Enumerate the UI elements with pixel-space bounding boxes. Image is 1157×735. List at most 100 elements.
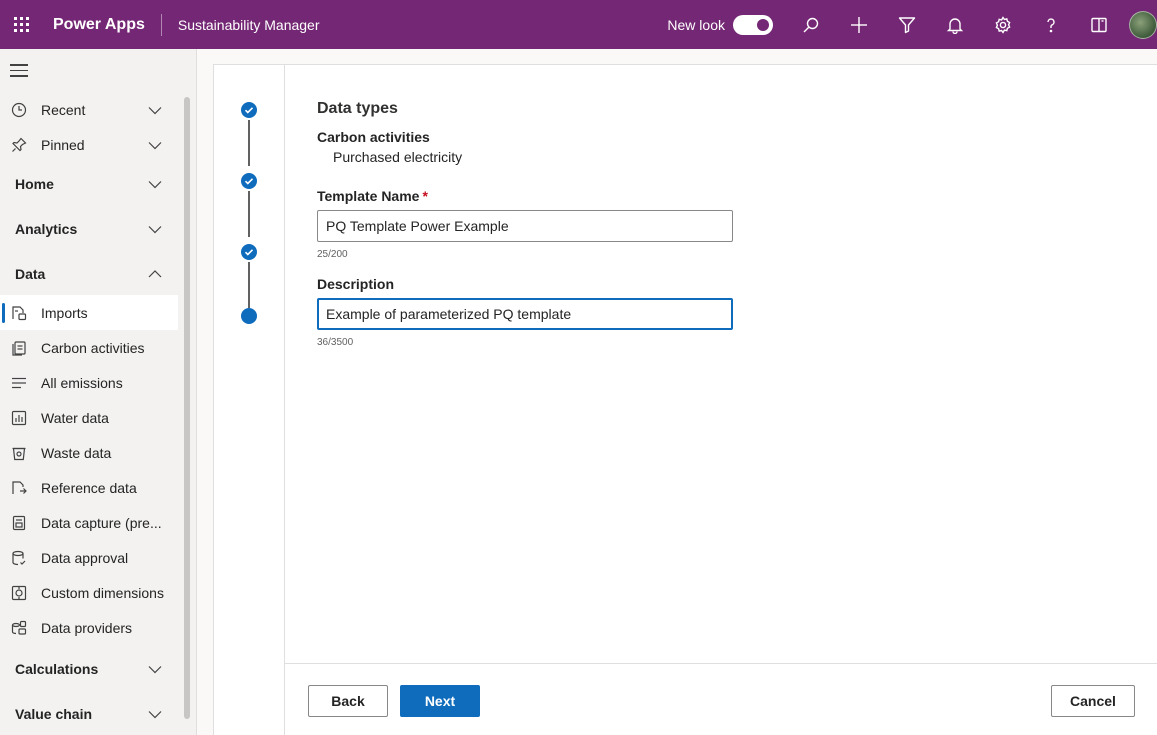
data-type-label: Carbon activities bbox=[317, 129, 430, 145]
filter-icon bbox=[898, 16, 916, 33]
description-value: Example of parameterized PQ template bbox=[326, 306, 572, 322]
search-button[interactable] bbox=[787, 0, 835, 49]
step-connector bbox=[248, 191, 250, 237]
sidebar-item-label: Waste data bbox=[41, 444, 112, 461]
sidebar-item-recent[interactable]: Recent bbox=[0, 92, 178, 127]
sidebar-item-label: Imports bbox=[41, 304, 88, 321]
gear-icon bbox=[995, 15, 1011, 34]
data-approval-icon bbox=[11, 550, 27, 566]
step-connector bbox=[248, 262, 250, 308]
waffle-icon bbox=[13, 17, 29, 32]
chevron-down-icon[interactable] bbox=[147, 661, 163, 677]
template-name-counter: 25/200 bbox=[317, 249, 348, 260]
wizard-panel: Data types Carbon activities Purchased e… bbox=[213, 64, 1157, 735]
data-capture-icon bbox=[11, 515, 27, 531]
chevron-down-icon[interactable] bbox=[147, 137, 163, 153]
sidebar-item-label: Data providers bbox=[41, 619, 133, 636]
required-indicator: * bbox=[422, 188, 428, 204]
description-label: Description bbox=[317, 276, 395, 292]
sidebar-group-calculations[interactable]: Calculations bbox=[0, 651, 178, 686]
checkmark-icon bbox=[244, 107, 254, 114]
header-divider bbox=[160, 13, 162, 36]
checkmark-icon bbox=[244, 249, 254, 256]
plus-icon bbox=[851, 16, 867, 33]
sidebar-item-imports[interactable]: Imports bbox=[0, 295, 178, 330]
pin-icon bbox=[11, 137, 27, 153]
chevron-down-icon[interactable] bbox=[147, 176, 163, 192]
learning-button[interactable] bbox=[1075, 0, 1123, 49]
sidebar-item-custom-dimensions[interactable]: Custom dimensions bbox=[0, 575, 178, 610]
sidebar-group-value-chain[interactable]: Value chain bbox=[0, 696, 178, 731]
filter-button[interactable] bbox=[883, 0, 931, 49]
waste-data-icon bbox=[11, 445, 27, 461]
new-button[interactable] bbox=[835, 0, 883, 49]
sidebar-item-pinned[interactable]: Pinned bbox=[0, 127, 178, 162]
sidebar-item-reference-data[interactable]: Reference data bbox=[0, 470, 178, 505]
wizard-footer: Back Next Cancel bbox=[285, 663, 1157, 735]
sidebar-item-waste-data[interactable]: Waste data bbox=[0, 435, 178, 470]
settings-button[interactable] bbox=[979, 0, 1027, 49]
help-button[interactable] bbox=[1027, 0, 1075, 49]
sidebar-item-data-capture[interactable]: Data capture (pre... bbox=[0, 505, 178, 540]
imports-icon bbox=[11, 305, 27, 321]
template-name-field[interactable]: PQ Template Power Example bbox=[317, 210, 733, 242]
sidebar-item-label: Data approval bbox=[41, 549, 129, 566]
sidebar-group-analytics[interactable]: Analytics bbox=[0, 211, 178, 246]
app-launcher-button[interactable] bbox=[1, 0, 41, 49]
water-data-icon bbox=[11, 410, 27, 426]
sidebar-group-label: Calculations bbox=[15, 660, 99, 677]
template-name-label: Template Name * bbox=[317, 188, 428, 204]
sidebar-group-label: Data bbox=[15, 265, 46, 282]
template-name-value: PQ Template Power Example bbox=[326, 218, 509, 234]
notifications-button[interactable] bbox=[931, 0, 979, 49]
chevron-up-icon[interactable] bbox=[147, 266, 163, 282]
step-completed[interactable] bbox=[241, 173, 257, 189]
step-connector bbox=[248, 120, 250, 166]
sidebar-group-data[interactable]: Data bbox=[0, 256, 178, 291]
sidebar-scrollbar[interactable] bbox=[184, 97, 190, 719]
search-icon bbox=[803, 17, 819, 32]
sidebar-item-all-emissions[interactable]: All emissions bbox=[0, 365, 178, 400]
chevron-down-icon[interactable] bbox=[147, 706, 163, 722]
description-field[interactable]: Example of parameterized PQ template bbox=[317, 298, 733, 330]
step-completed[interactable] bbox=[241, 102, 257, 118]
sidebar: Recent Pinned Home Analytics Data Import… bbox=[0, 49, 197, 735]
sidebar-item-data-providers[interactable]: Data providers bbox=[0, 610, 178, 645]
sidebar-item-carbon-activities[interactable]: Carbon activities bbox=[0, 330, 178, 365]
step-completed[interactable] bbox=[241, 244, 257, 260]
custom-dimensions-icon bbox=[11, 585, 27, 601]
avatar[interactable] bbox=[1129, 10, 1157, 39]
step-current[interactable] bbox=[241, 308, 257, 324]
cancel-button[interactable]: Cancel bbox=[1051, 685, 1135, 717]
sidebar-group-label: Analytics bbox=[15, 220, 78, 237]
sidebar-item-data-approval[interactable]: Data approval bbox=[0, 540, 178, 575]
sidebar-item-label: Water data bbox=[41, 409, 109, 426]
list-icon bbox=[11, 375, 27, 391]
carbon-activities-icon bbox=[11, 340, 27, 356]
top-bar: Power Apps Sustainability Manager New lo… bbox=[0, 0, 1157, 49]
new-look-toggle[interactable] bbox=[733, 14, 773, 35]
sidebar-item-label: Pinned bbox=[41, 136, 85, 153]
sidebar-item-label: Data capture (pre... bbox=[41, 514, 162, 531]
help-icon bbox=[1047, 17, 1055, 32]
next-button[interactable]: Next bbox=[400, 685, 480, 717]
checkmark-icon bbox=[244, 178, 254, 185]
sidebar-group-home[interactable]: Home bbox=[0, 166, 178, 201]
wizard-stepper bbox=[214, 65, 285, 735]
environment-name[interactable]: Sustainability Manager bbox=[178, 17, 320, 33]
hamburger-menu-icon[interactable] bbox=[10, 64, 28, 81]
bell-icon bbox=[946, 17, 964, 34]
sidebar-item-label: All emissions bbox=[41, 374, 123, 391]
app-name[interactable]: Power Apps bbox=[53, 16, 145, 34]
chevron-down-icon[interactable] bbox=[147, 221, 163, 237]
sidebar-item-label: Recent bbox=[41, 101, 86, 118]
sidebar-group-label: Home bbox=[15, 175, 54, 192]
template-name-label-text: Template Name bbox=[317, 188, 420, 204]
chevron-down-icon[interactable] bbox=[147, 102, 163, 118]
new-look-label: New look bbox=[667, 16, 725, 33]
data-type-value: Purchased electricity bbox=[333, 149, 463, 165]
back-button[interactable]: Back bbox=[308, 685, 388, 717]
section-title: Data types bbox=[317, 100, 398, 117]
description-counter: 36/3500 bbox=[317, 337, 354, 348]
sidebar-item-water-data[interactable]: Water data bbox=[0, 400, 178, 435]
